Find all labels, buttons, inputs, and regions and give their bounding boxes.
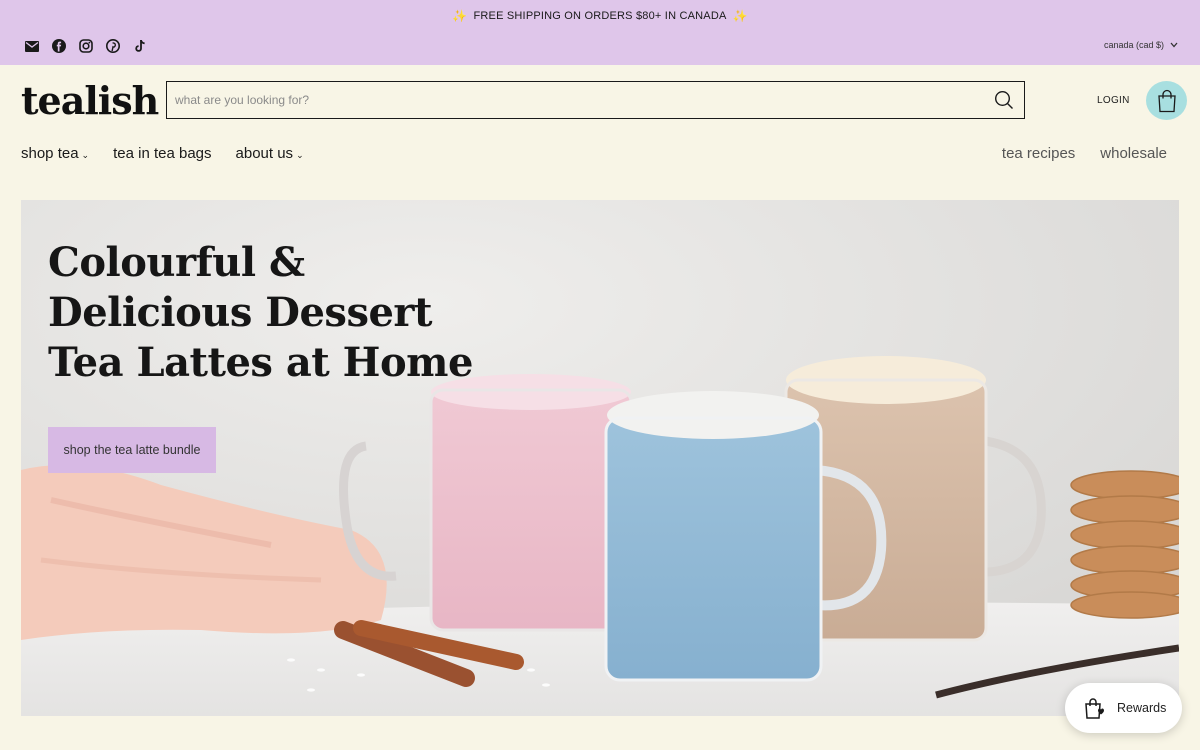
search-input[interactable] bbox=[167, 82, 984, 118]
nav-item-label: about us bbox=[235, 145, 294, 162]
nav-item-about-us[interactable]: about us ⌄ bbox=[236, 145, 304, 162]
chevron-down-icon: ⌄ bbox=[296, 149, 304, 160]
tiktok-icon[interactable] bbox=[132, 38, 148, 54]
chevron-down-icon: ⌄ bbox=[81, 149, 90, 160]
nav-item-label: tea in tea bags bbox=[113, 145, 212, 162]
rewards-button[interactable]: Rewards bbox=[1065, 683, 1182, 733]
shop-latte-bundle-button[interactable]: shop the tea latte bundle bbox=[48, 427, 216, 473]
main-nav: shop tea ⌄ tea in tea bags about us ⌄ bbox=[21, 145, 304, 162]
announcement-bar: ✨ FREE SHIPPING ON ORDERS $80+ IN CANADA… bbox=[0, 0, 1200, 32]
nav-item-tea-in-tea-bags[interactable]: tea in tea bags bbox=[113, 145, 211, 162]
chevron-down-icon bbox=[1170, 42, 1178, 48]
sparkle-icon: ✨ bbox=[452, 9, 468, 23]
hero-banner[interactable]: Colourful & Delicious Dessert Tea Lattes… bbox=[21, 200, 1179, 716]
site-logo[interactable]: tealish bbox=[21, 78, 159, 123]
search-icon[interactable] bbox=[984, 82, 1024, 118]
nav-item-shop-tea[interactable]: shop tea ⌄ bbox=[21, 145, 89, 162]
nav-item-label: shop tea bbox=[21, 145, 79, 162]
rewards-label: Rewards bbox=[1117, 701, 1167, 715]
gift-bag-heart-icon bbox=[1085, 698, 1104, 719]
sparkle-icon: ✨ bbox=[732, 9, 748, 23]
social-links bbox=[24, 38, 148, 54]
currency-selector[interactable]: canada (cad $) bbox=[1104, 40, 1178, 50]
hero-title: Colourful & Delicious Dessert Tea Lattes… bbox=[48, 239, 473, 386]
facebook-icon[interactable] bbox=[51, 38, 67, 54]
announcement-text: FREE SHIPPING ON ORDERS $80+ IN CANADA bbox=[473, 10, 727, 22]
nav-item-wholesale[interactable]: wholesale bbox=[1100, 145, 1167, 162]
search-bar bbox=[166, 81, 1025, 119]
shopping-bag-icon bbox=[1157, 89, 1176, 112]
login-link[interactable]: LOGIN bbox=[1097, 95, 1130, 106]
instagram-icon[interactable] bbox=[78, 38, 94, 54]
cart-button[interactable] bbox=[1146, 81, 1187, 120]
top-bar: ✨ FREE SHIPPING ON ORDERS $80+ IN CANADA… bbox=[0, 0, 1200, 65]
secondary-nav: tea recipes wholesale bbox=[1002, 145, 1167, 162]
pinterest-icon[interactable] bbox=[105, 38, 121, 54]
email-icon[interactable] bbox=[24, 38, 40, 54]
nav-item-tea-recipes[interactable]: tea recipes bbox=[1002, 145, 1075, 162]
currency-label: canada (cad $) bbox=[1103, 40, 1164, 50]
